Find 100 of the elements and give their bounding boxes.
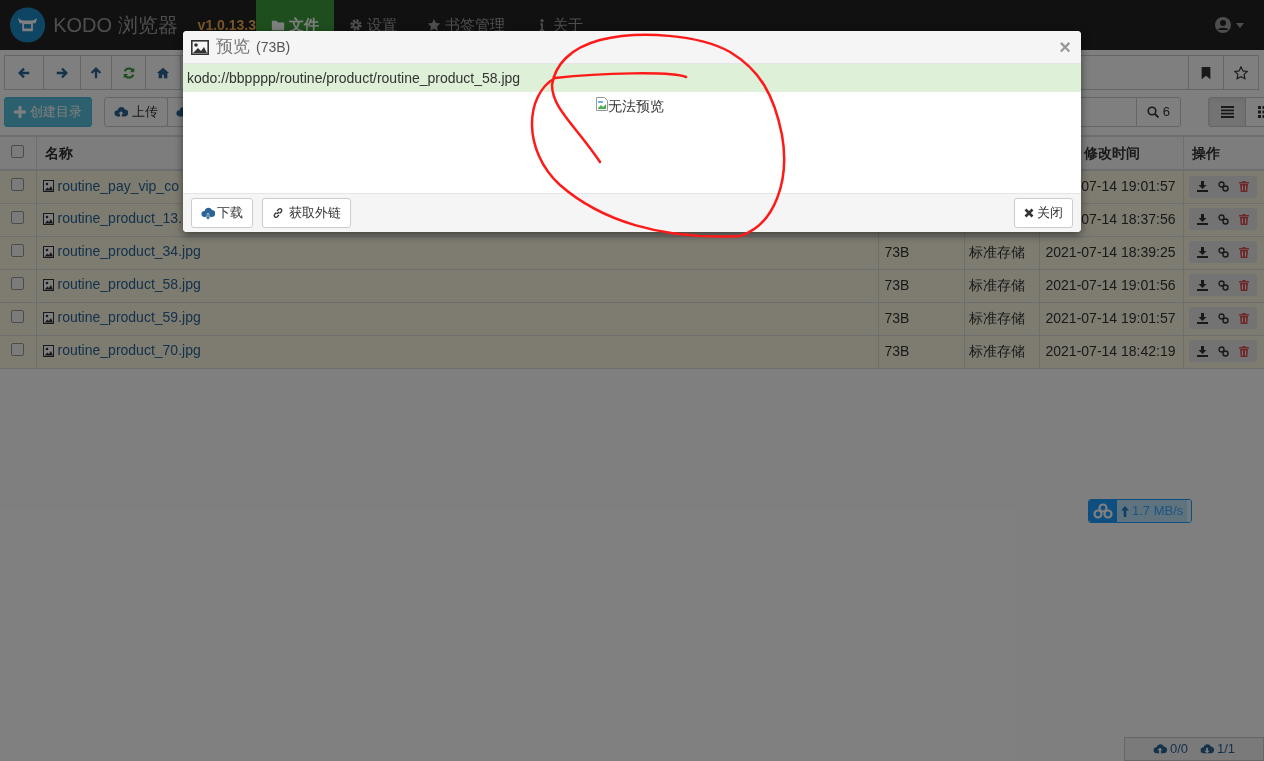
size-cell: 73B <box>884 244 910 260</box>
checkbox[interactable] <box>11 244 25 257</box>
size-cell: 73B <box>884 277 910 293</box>
get-link-button[interactable]: 获取外链 <box>262 198 351 228</box>
cloud-download-icon <box>1200 743 1214 755</box>
link-button[interactable] <box>1217 345 1229 357</box>
close-dialog-button[interactable]: 关闭 <box>1014 198 1073 228</box>
modified-time-cell: 2021-07-14 19:01:57 <box>1045 310 1176 326</box>
file-path-text: kodo://bbpppp/routine/product/routine_product_58.jpg <box>183 64 1081 92</box>
column-header: 修改时间 <box>1083 144 1140 161</box>
modified-time-cell: 2021-07-14 18:39:25 <box>1045 244 1176 260</box>
image-alt-text: 无法预览 <box>608 97 664 116</box>
link-icon <box>1217 246 1229 258</box>
checkbox[interactable] <box>11 144 25 158</box>
user-icon <box>1214 16 1232 34</box>
upload-count: 0/0 <box>1169 740 1188 759</box>
up-arrow-icon <box>89 65 103 80</box>
storage-class-cell: 标准存储 <box>968 310 1025 326</box>
back-arrow-icon <box>17 65 31 80</box>
cloud-upload-icon <box>114 105 128 119</box>
link-button[interactable] <box>1217 213 1229 225</box>
speed-text: 1.7 MB/s <box>1132 502 1184 521</box>
file-link[interactable]: routine_pay_vip_co <box>42 175 179 197</box>
trash-icon <box>1238 213 1249 225</box>
close-button[interactable]: × <box>1059 37 1071 57</box>
dialog-title: 预览 <box>216 36 250 59</box>
delete-button[interactable] <box>1238 345 1249 357</box>
trash-icon <box>1238 279 1249 291</box>
file-link[interactable]: routine_product_70.jpg <box>42 340 201 362</box>
search-button[interactable]: 6 <box>1135 97 1181 127</box>
link-icon <box>272 207 284 219</box>
cloud-upload-icon <box>1152 743 1167 755</box>
storage-class-cell: 标准存储 <box>968 244 1025 260</box>
caret-icon <box>1236 22 1244 28</box>
upload-button[interactable]: 上传 <box>104 97 168 127</box>
refresh-icon <box>121 65 136 80</box>
image-file-icon <box>42 180 54 192</box>
plus-icon <box>14 106 26 118</box>
modified-time-cell: 07-14 18:37:56 <box>1081 211 1176 227</box>
download-button[interactable] <box>1196 345 1208 357</box>
link-button[interactable] <box>1217 246 1229 258</box>
link-icon <box>1217 213 1229 225</box>
download-button[interactable] <box>1196 181 1208 192</box>
trash-icon <box>1238 312 1249 324</box>
home-icon <box>156 65 170 80</box>
link-icon <box>1217 345 1229 357</box>
download-count: 1/1 <box>1217 740 1236 759</box>
checkbox[interactable] <box>11 310 25 323</box>
checkbox[interactable] <box>11 277 25 290</box>
file-link[interactable]: routine_product_59.jpg <box>42 307 201 329</box>
trash-icon <box>1238 181 1249 192</box>
download-icon <box>1196 312 1208 324</box>
column-header: 操作 <box>1191 144 1220 161</box>
file-link[interactable]: routine_product_13. <box>42 208 183 230</box>
cloud-download-icon <box>201 206 215 220</box>
modified-time-cell: 2021-07-14 18:42:19 <box>1045 343 1176 359</box>
delete-button[interactable] <box>1238 181 1249 192</box>
create-folder-button[interactable]: 创建目录 <box>4 97 92 127</box>
checkbox[interactable] <box>11 211 25 224</box>
logo-icon <box>10 5 46 45</box>
close-icon <box>1024 208 1034 218</box>
link-icon <box>1217 279 1229 291</box>
download-button[interactable]: 下载 <box>191 198 253 228</box>
download-icon <box>1196 213 1208 225</box>
file-link[interactable]: routine_product_58.jpg <box>42 274 201 296</box>
download-button[interactable] <box>1196 279 1208 291</box>
download-icon <box>1196 345 1208 357</box>
link-button[interactable] <box>1217 312 1229 324</box>
image-file-icon <box>42 278 54 291</box>
file-link[interactable]: routine_product_34.jpg <box>42 241 201 263</box>
download-button[interactable] <box>1196 213 1208 225</box>
list-icon <box>1220 106 1234 118</box>
version-label: v1.0.13.3 <box>197 15 256 35</box>
trash-icon <box>1238 345 1249 357</box>
size-cell: 73B <box>884 310 910 326</box>
download-icon <box>1196 279 1208 291</box>
forward-arrow-icon <box>55 65 69 80</box>
broken-image-icon <box>596 97 608 111</box>
checkbox[interactable] <box>11 343 25 356</box>
trash-icon <box>1238 246 1249 258</box>
storage-class-cell: 标准存储 <box>968 343 1025 359</box>
cloud-rings-icon <box>1093 503 1113 519</box>
checkbox[interactable] <box>11 178 25 192</box>
delete-button[interactable] <box>1238 279 1249 291</box>
link-button[interactable] <box>1217 181 1229 192</box>
delete-button[interactable] <box>1238 246 1249 258</box>
search-icon <box>1146 106 1159 118</box>
delete-button[interactable] <box>1238 312 1249 324</box>
storage-class-cell: 标准存储 <box>968 277 1025 293</box>
star-icon <box>1234 65 1248 80</box>
download-button[interactable] <box>1196 312 1208 324</box>
settings-icon <box>349 18 363 32</box>
link-icon <box>1217 181 1229 192</box>
nav-tab[interactable]: 书签管理 <box>412 0 520 50</box>
view-toggle[interactable] <box>1208 97 1246 127</box>
link-button[interactable] <box>1217 279 1229 291</box>
star-icon <box>427 18 441 32</box>
delete-button[interactable] <box>1238 213 1249 225</box>
download-button[interactable] <box>1196 246 1208 258</box>
image-file-icon <box>42 344 54 357</box>
